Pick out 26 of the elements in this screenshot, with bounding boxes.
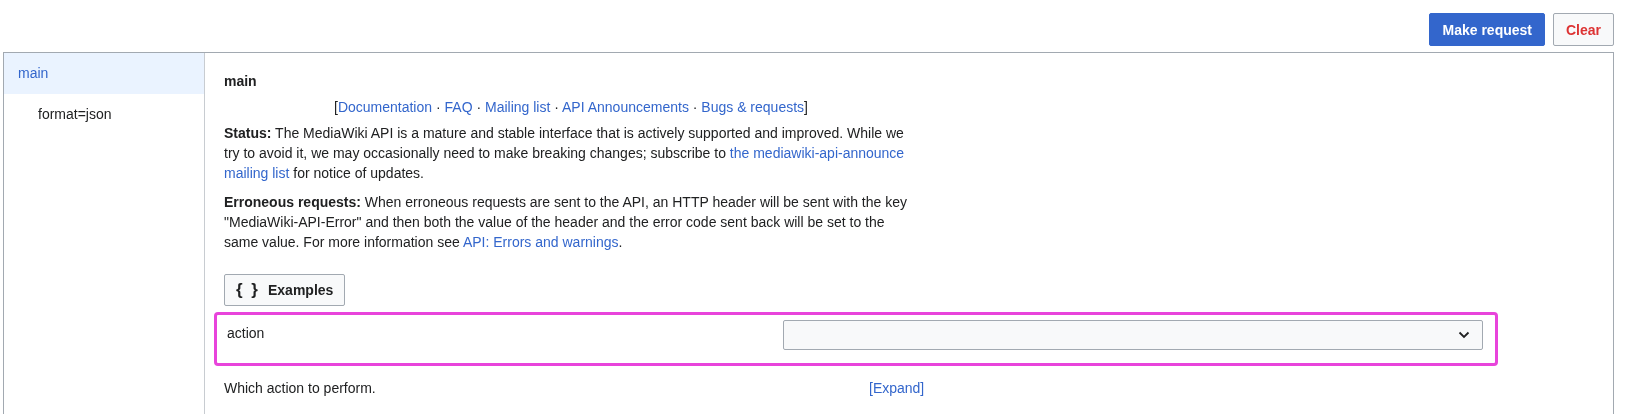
link-punctuation: · <box>434 99 442 115</box>
examples-button[interactable]: { } Examples <box>224 274 346 306</box>
toolbar-button[interactable]: Make request <box>1429 13 1545 46</box>
link-punctuation: · <box>553 99 560 115</box>
expand-link[interactable]: [Expand] <box>869 380 925 396</box>
inline-link[interactable]: API: Errors and warnings <box>462 234 619 250</box>
module-title: main <box>224 73 258 89</box>
link-punctuation: [ <box>334 99 338 115</box>
sidebar-item[interactable]: format=json <box>4 94 204 135</box>
link-punctuation: ] <box>804 99 808 115</box>
sidebar-item[interactable]: main <box>4 53 204 94</box>
parameter-label: action <box>227 324 266 341</box>
doc-link[interactable]: Documentation <box>337 99 433 115</box>
action-dropdown[interactable] <box>783 320 1483 350</box>
parameter-description: Which action to perform. <box>224 380 377 396</box>
doc-link[interactable]: FAQ <box>444 99 473 115</box>
toolbar-button[interactable]: Clear <box>1552 13 1614 46</box>
link-punctuation: · <box>475 99 483 115</box>
inline-link[interactable]: mailing list <box>224 165 290 181</box>
doc-link[interactable]: Mailing list <box>485 99 551 115</box>
link-punctuation: · <box>691 99 699 115</box>
inline-link[interactable]: the mediawiki-api-announce <box>729 145 905 161</box>
doc-link[interactable]: API Announcements <box>562 99 689 115</box>
info-paragraph: Status: The MediaWiki API is a mature and stable interface that is actively supported and improved. While we try to avoid it, we may occasionally need to make breaking changes; subscribe to the mediawiki-api-announce mailing list for notice of updates. <box>224 124 906 183</box>
info-paragraph: Erroneous requests: When erroneous requests are sent to the API, an HTTP header will be sent with the key "MediaWiki-API-Error" and then both the value of the header and the error code sent back will be set to the same value. For more information see API: Errors and warnings. <box>224 193 908 252</box>
chevron-down-icon <box>1458 331 1470 339</box>
